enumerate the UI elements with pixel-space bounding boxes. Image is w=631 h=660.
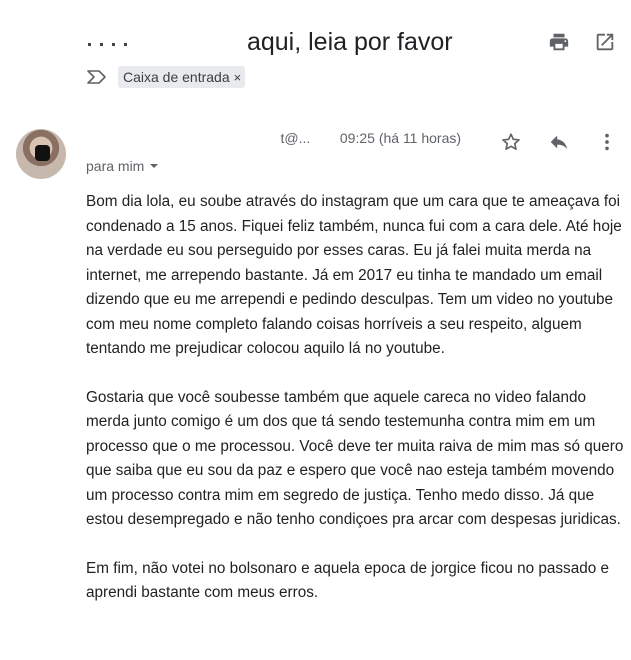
print-icon: [549, 33, 569, 51]
more-options-button[interactable]: [595, 130, 619, 154]
sender-address[interactable]: t@...: [86, 130, 322, 146]
message-paragraph-3: Em fim, não votei no bolsonaro e aquela …: [86, 559, 609, 602]
redacted-subject-part: [88, 22, 240, 62]
importance-marker-icon[interactable]: [86, 69, 108, 85]
open-in-new-window-button[interactable]: [593, 30, 617, 54]
subject-text: aqui, leia por favor: [246, 28, 453, 56]
more-vert-icon: [605, 133, 609, 151]
email-subject: aqui, leia por favor: [88, 22, 528, 62]
recipient-row[interactable]: para mim: [86, 158, 160, 174]
chevron-down-icon[interactable]: [148, 160, 160, 172]
message-body: Bom dia lola, eu soube através do instag…: [86, 190, 626, 630]
open-in-new-window-icon: [596, 33, 614, 51]
recipient-text: para mim: [86, 158, 145, 174]
reply-button[interactable]: [547, 130, 571, 154]
print-button[interactable]: [547, 30, 571, 54]
message-time: 09:25 (há 11 horas): [339, 130, 462, 146]
top-toolbar: [547, 30, 617, 54]
reply-icon: [550, 135, 568, 150]
avatar[interactable]: [16, 129, 66, 179]
label-row: Caixa de entrada ×: [86, 66, 246, 88]
avatar-redaction: [35, 145, 50, 161]
message-paragraph-2: Gostaria que você soubesse também que aq…: [86, 388, 624, 529]
star-button[interactable]: [499, 130, 523, 154]
star-icon: [502, 133, 520, 150]
label-chip-text: Caixa de entrada: [123, 69, 230, 85]
label-chip-inbox[interactable]: Caixa de entrada ×: [118, 66, 246, 88]
label-remove-button[interactable]: ×: [234, 70, 242, 85]
message-paragraph-1: Bom dia lola, eu soube através do instag…: [86, 193, 622, 357]
sender-address-text: t@...: [280, 130, 311, 146]
sender-row: t@... 09:25 (há 11 horas): [86, 130, 461, 146]
message-actions: [499, 130, 619, 154]
